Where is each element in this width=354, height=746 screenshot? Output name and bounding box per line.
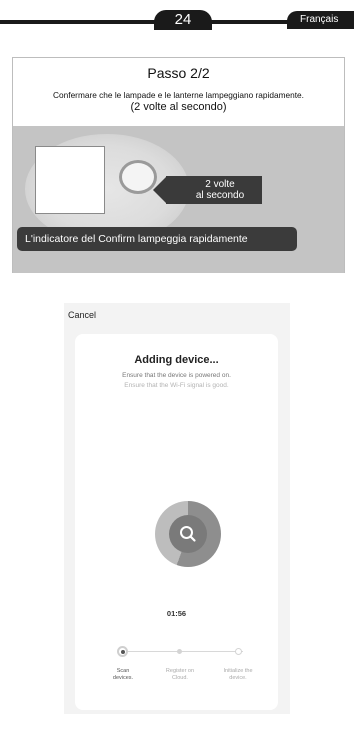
step-label-line: Initialize the bbox=[223, 668, 253, 674]
countdown-timer: 01:56 bbox=[166, 609, 187, 618]
step-label-line: devices. bbox=[112, 674, 134, 681]
wifi-hint: Ensure that the Wi-Fi signal is good. bbox=[124, 382, 229, 389]
power-hint: Ensure that the device is powered on. bbox=[122, 372, 231, 379]
step-frequency: (2 volte al secondo) bbox=[130, 101, 227, 113]
illustration-area: 2 volte al secondo L'indicatore del Conf… bbox=[13, 126, 344, 273]
step-label-line: Register on bbox=[165, 668, 195, 674]
scan-center bbox=[169, 515, 207, 553]
phone-screen: Cancel Adding device... Ensure that the … bbox=[64, 303, 290, 714]
progress-track bbox=[122, 651, 243, 652]
adding-device-title: Adding device... bbox=[134, 354, 219, 366]
language-tab: Français bbox=[287, 11, 354, 29]
callout-line-2: al secondo bbox=[195, 190, 245, 201]
callout-arrow bbox=[153, 176, 167, 204]
callout-line-1: 2 volte bbox=[205, 179, 235, 190]
ring-lamp-illustration bbox=[119, 160, 157, 194]
step-instruction: Confermare che le lampade e le lanterne … bbox=[53, 90, 304, 100]
cancel-button[interactable]: Cancel bbox=[68, 310, 96, 320]
adding-device-panel: Adding device... Ensure that the device … bbox=[75, 334, 278, 710]
step-label-line: device. bbox=[229, 674, 247, 681]
panel-lamp-illustration bbox=[35, 146, 105, 214]
page-number: 24 bbox=[154, 10, 212, 30]
step-card: Passo 2/2 Confermare che le lampade e le… bbox=[12, 57, 345, 273]
frequency-callout: 2 volte al secondo bbox=[166, 176, 262, 204]
indicator-banner: L'indicatore del Confirm lampeggia rapid… bbox=[17, 227, 297, 251]
scan-progress-ring bbox=[155, 501, 221, 567]
step-label-scan: Scan devices. bbox=[103, 668, 143, 681]
step-indicator-initialize bbox=[235, 648, 242, 655]
step-indicator-scan bbox=[117, 646, 128, 657]
step-indicator-register bbox=[177, 649, 182, 654]
step-title: Passo 2/2 bbox=[147, 65, 210, 81]
step-label-initialize: Initialize the device. bbox=[218, 668, 258, 681]
step-label-line: Cloud. bbox=[172, 674, 188, 681]
step-label-register: Register on Cloud. bbox=[160, 668, 200, 681]
search-icon bbox=[180, 526, 196, 542]
